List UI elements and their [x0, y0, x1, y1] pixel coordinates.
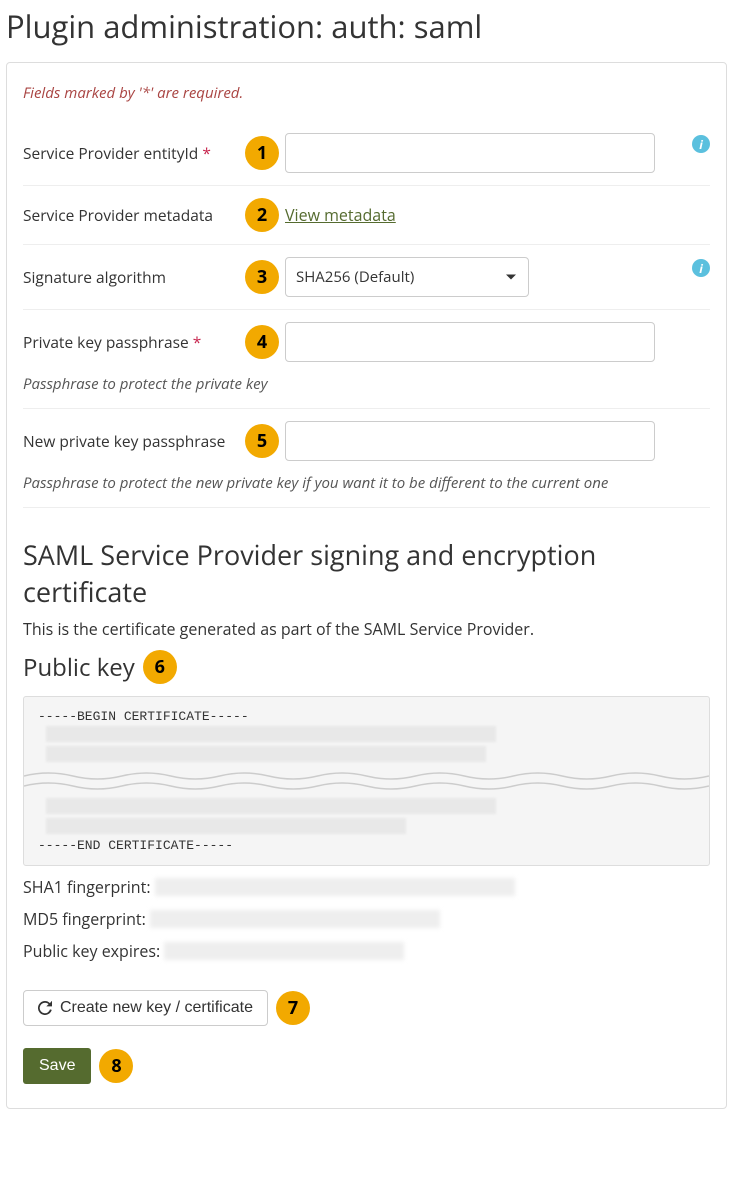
expires-row: Public key expires:	[23, 940, 710, 962]
entityid-input[interactable]	[285, 133, 655, 173]
md5-label: MD5 fingerprint:	[23, 908, 146, 930]
annotation-badge-2: 2	[245, 198, 279, 232]
publickey-subhead: Public key	[23, 651, 135, 684]
sha1-label: SHA1 fingerprint:	[23, 876, 151, 898]
annotation-badge-5: 5	[245, 424, 279, 458]
pkpass-help: Passphrase to protect the private key	[23, 374, 710, 409]
view-metadata-link[interactable]: View metadata	[285, 204, 396, 226]
sigalg-select[interactable]: SHA256 (Default)	[285, 257, 529, 297]
annotation-badge-6: 6	[143, 650, 177, 684]
save-button[interactable]: Save	[23, 1048, 91, 1084]
info-icon[interactable]: i	[692, 259, 710, 277]
chevron-down-icon	[506, 275, 516, 280]
pkpass-label: Private key passphrase	[23, 331, 189, 353]
md5-fingerprint-row: MD5 fingerprint:	[23, 908, 710, 930]
field-newpkpass: New private key passphrase 5	[23, 409, 710, 473]
annotation-badge-7: 7	[276, 991, 310, 1025]
page-title: Plugin administration: auth: saml	[6, 6, 727, 48]
field-sigalg: Signature algorithm 3 SHA256 (Default) i	[23, 245, 710, 310]
form-panel: Fields marked by '*' are required. Servi…	[6, 62, 727, 1109]
sha1-fingerprint-row: SHA1 fingerprint:	[23, 876, 710, 898]
annotation-badge-4: 4	[245, 325, 279, 359]
newpkpass-input[interactable]	[285, 421, 655, 461]
pkpass-input[interactable]	[285, 322, 655, 362]
create-key-button[interactable]: Create new key / certificate	[23, 990, 268, 1026]
cert-heading: SAML Service Provider signing and encryp…	[23, 536, 710, 610]
cert-desc: This is the certificate generated as par…	[23, 618, 710, 640]
annotation-badge-3: 3	[245, 260, 279, 294]
cert-section: SAML Service Provider signing and encryp…	[23, 536, 710, 1084]
info-icon[interactable]: i	[692, 135, 710, 153]
create-key-label: Create new key / certificate	[60, 999, 253, 1017]
cert-textarea: -----BEGIN CERTIFICATE----- -----END CER…	[23, 696, 710, 866]
field-metadata: Service Provider metadata 2 View metadat…	[23, 186, 710, 245]
required-asterisk: *	[202, 142, 211, 164]
sha1-value-redacted	[155, 878, 515, 896]
cert-begin: -----BEGIN CERTIFICATE-----	[38, 709, 695, 724]
newpkpass-help: Passphrase to protect the new private ke…	[23, 473, 710, 508]
refresh-icon	[38, 1001, 52, 1015]
metadata-label: Service Provider metadata	[23, 204, 245, 226]
newpkpass-label: New private key passphrase	[23, 430, 245, 452]
sigalg-label: Signature algorithm	[23, 266, 245, 288]
annotation-badge-8: 8	[99, 1049, 133, 1083]
expires-value-redacted	[164, 942, 404, 960]
annotation-badge-1: 1	[245, 136, 279, 170]
expires-label: Public key expires:	[23, 940, 160, 962]
field-pkpass: Private key passphrase * 4	[23, 310, 710, 374]
required-note: Fields marked by '*' are required.	[23, 83, 710, 103]
cert-end: -----END CERTIFICATE-----	[38, 838, 695, 853]
tear-divider	[24, 770, 709, 792]
entityid-label: Service Provider entityId	[23, 142, 198, 164]
sigalg-value: SHA256 (Default)	[296, 267, 414, 287]
md5-value-redacted	[150, 910, 440, 928]
required-asterisk: *	[193, 331, 202, 353]
field-entityid: Service Provider entityId * 1 i	[23, 121, 710, 186]
